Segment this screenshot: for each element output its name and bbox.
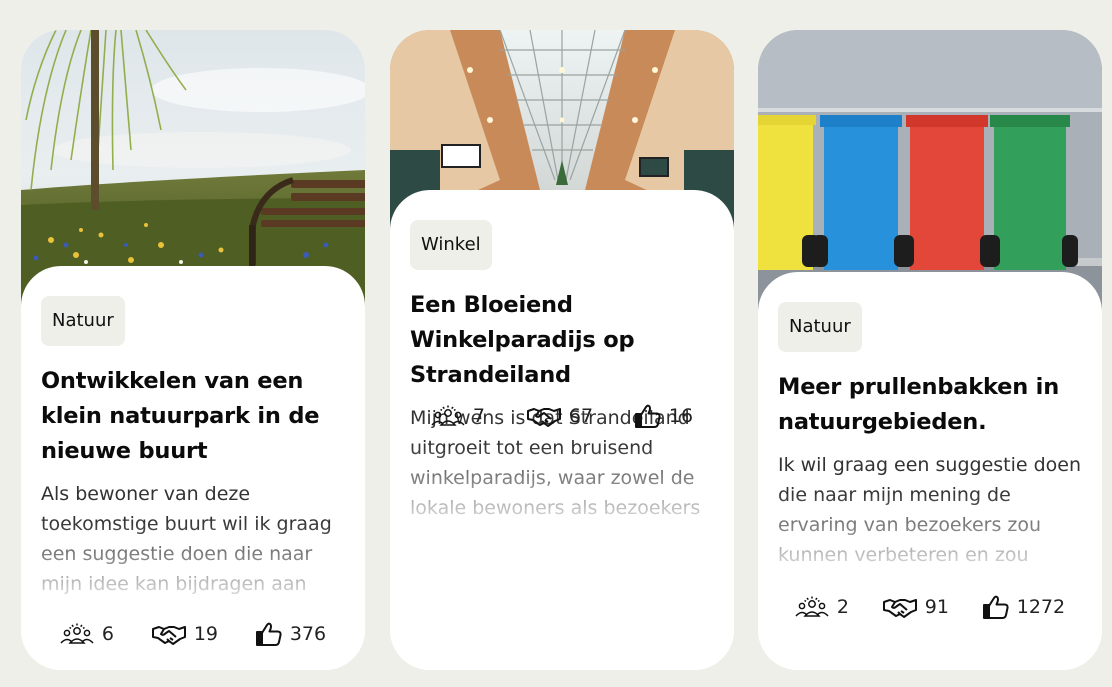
card-title[interactable]: Een Bloeiend Winkelparadijs op Strandeil… <box>410 288 714 393</box>
card-body: Winkel Een Bloeiend Winkelparadijs op St… <box>390 190 734 670</box>
thumbs-up-icon <box>255 622 282 646</box>
card-stats: 6 19 376 <box>21 622 365 646</box>
collaborations-count[interactable]: 91 <box>882 596 949 618</box>
supporters-value: 7 <box>472 405 486 427</box>
supporters-count[interactable]: 7 <box>431 405 485 427</box>
likes-value: 16 <box>668 405 694 427</box>
likes-count[interactable]: 376 <box>255 622 327 646</box>
handshake-icon <box>151 626 186 645</box>
collaborations-value: 67 <box>568 405 594 427</box>
card-title[interactable]: Meer prullenbakken in natuurgebieden. <box>778 370 1082 440</box>
supporters-count[interactable]: 6 <box>60 623 114 645</box>
people-group-icon <box>60 623 94 644</box>
card-body: Natuur Ontwikkelen van een klein natuurp… <box>21 266 365 670</box>
thumbs-up-icon <box>634 404 661 428</box>
card-stats: 2 91 1272 <box>758 595 1102 619</box>
idea-card-natuurpark[interactable]: Natuur Ontwikkelen van een klein natuurp… <box>21 30 365 670</box>
supporters-value: 6 <box>101 623 114 645</box>
category-tag[interactable]: Winkel <box>410 220 492 270</box>
collaborations-value: 19 <box>193 623 218 645</box>
supporters-count[interactable]: 2 <box>795 596 849 618</box>
people-group-icon <box>795 596 829 617</box>
collaborations-count[interactable]: 67 <box>526 405 594 427</box>
likes-value: 1272 <box>1016 596 1066 618</box>
people-group-icon <box>431 405 465 426</box>
handshake-icon <box>526 408 561 427</box>
card-description: Als bewoner van deze toekomstige buurt w… <box>41 483 332 595</box>
idea-card-winkelparadijs[interactable]: Winkel Een Bloeiend Winkelparadijs op St… <box>390 30 734 670</box>
idea-card-prullenbakken[interactable]: Natuur Meer prullenbakken in natuurgebie… <box>758 30 1102 670</box>
category-tag[interactable]: Natuur <box>778 302 862 352</box>
category-tag[interactable]: Natuur <box>41 296 125 346</box>
supporters-value: 2 <box>836 596 849 618</box>
likes-count[interactable]: 16 <box>634 404 694 428</box>
handshake-icon <box>882 599 917 618</box>
likes-count[interactable]: 1272 <box>982 595 1066 619</box>
card-description: Ik wil graag een suggestie doen die naar… <box>778 454 1082 566</box>
likes-value: 376 <box>289 623 327 645</box>
card-stats: 7 67 16 <box>390 404 734 428</box>
thumbs-up-icon <box>982 595 1009 619</box>
collaborations-count[interactable]: 19 <box>151 623 218 645</box>
card-title[interactable]: Ontwikkelen van een klein natuurpark in … <box>41 364 345 469</box>
collaborations-value: 91 <box>924 596 949 618</box>
